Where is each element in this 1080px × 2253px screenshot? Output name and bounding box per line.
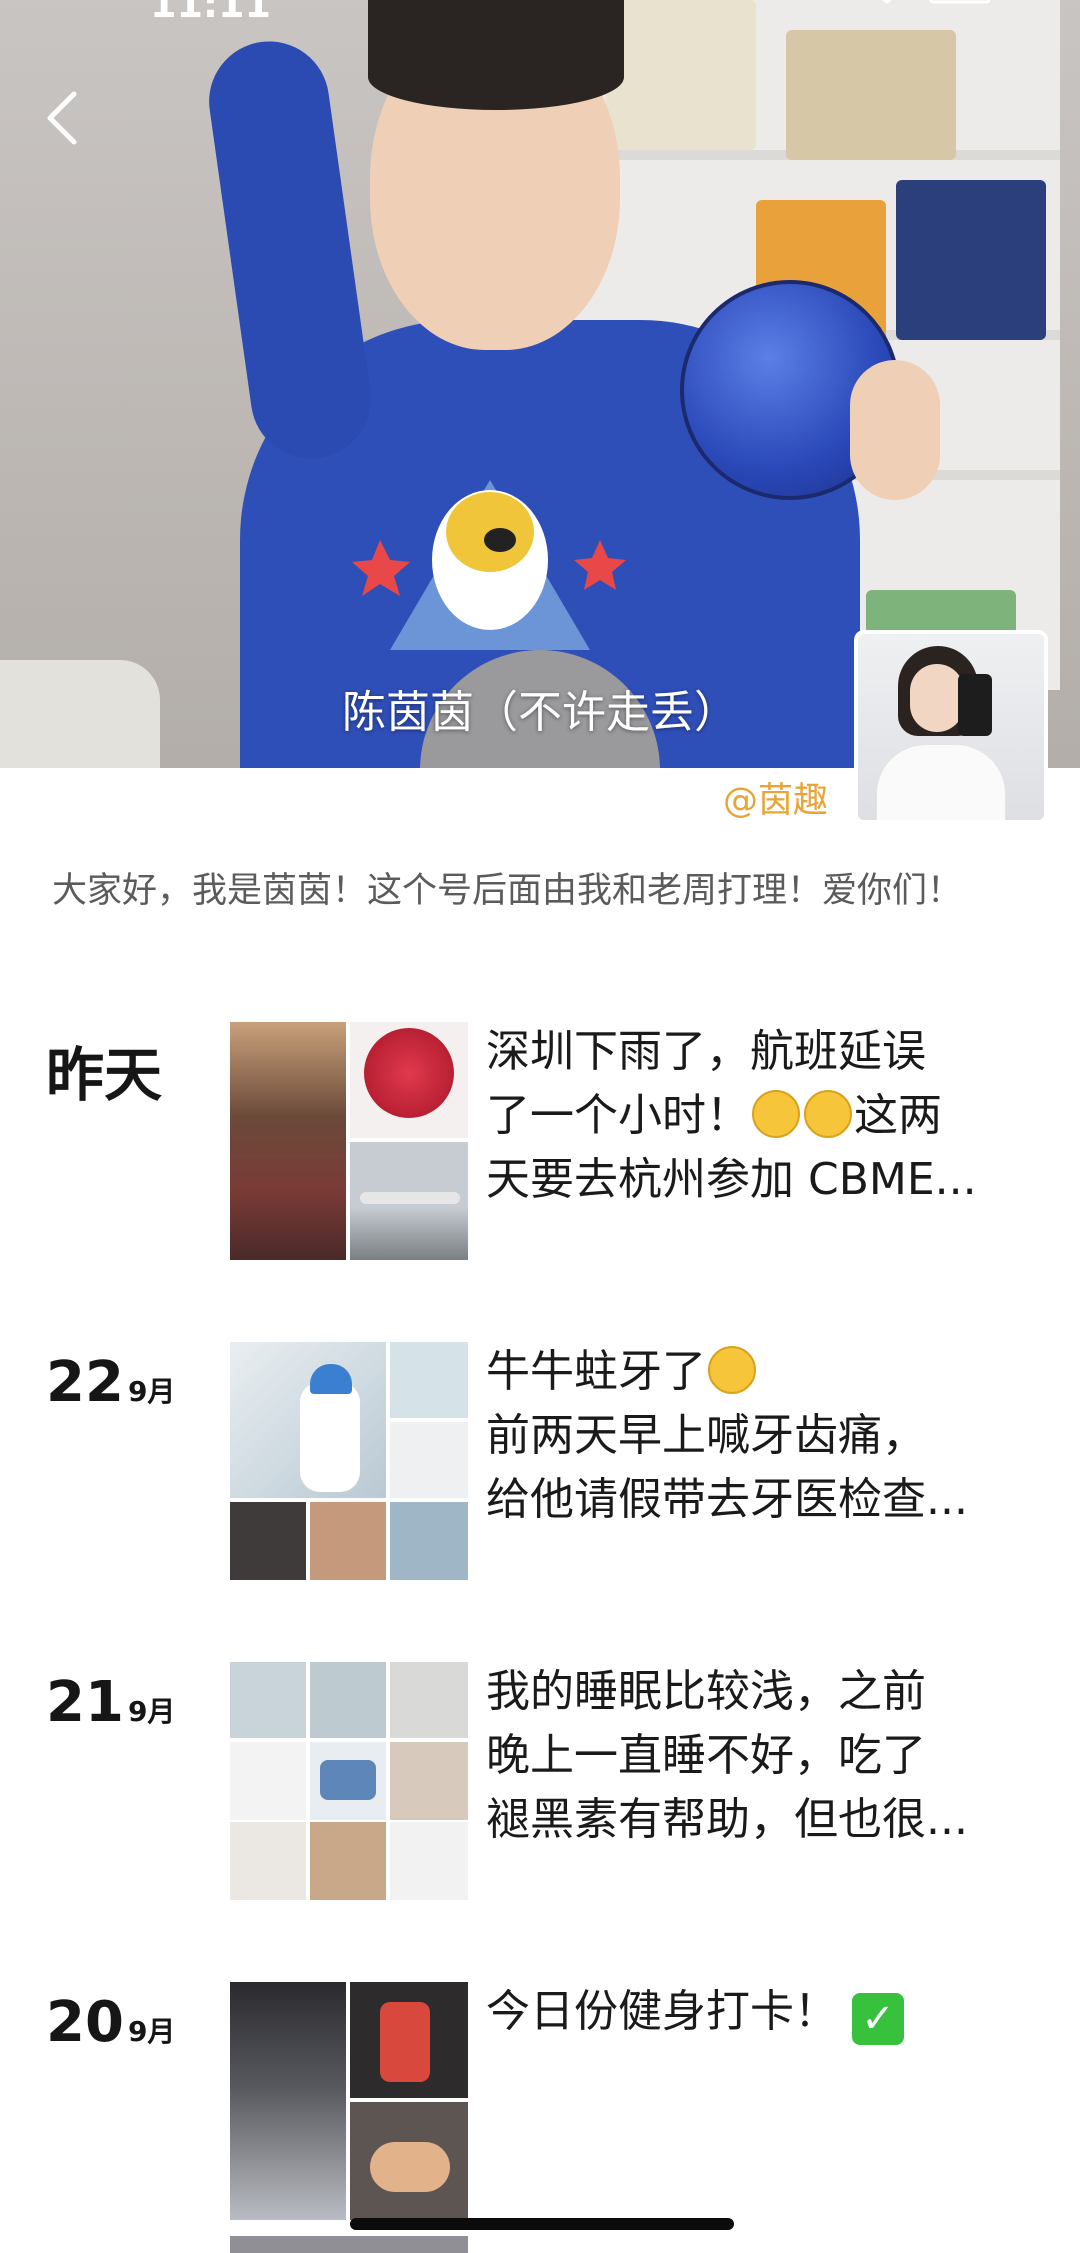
thumbnail-image [230,1502,306,1580]
pleading-face-emoji [708,1346,756,1394]
next-post-peek [0,2236,1080,2253]
avatar[interactable] [854,630,1048,824]
thumbnail-image [230,1822,306,1900]
post-text: 深圳下雨了，航班延误 了一个小时！ 这两 天要去杭州参加 CBME... [486,1026,977,1205]
chevron-left-icon[interactable] [40,86,84,150]
check-mark-button-emoji: ✓ [852,1993,904,2045]
status-icons [882,0,990,4]
thumbnail-image [390,1742,468,1820]
thumbnail-image [390,1822,468,1900]
post-date: 21 9月 [46,1670,176,1735]
woozy-face-emoji [804,1090,852,1138]
post-text: 牛牛蛀牙了 前两天早上喊牙齿痛， 给他请假带去牙医检查... [486,1346,968,1525]
post-text: 我的睡眠比较浅，之前 晚上一直睡不好，吃了 褪黑素有帮助，但也很... [486,1666,968,1845]
post-thumbnail-grid[interactable] [230,1342,468,1580]
thumbnail-image [350,1142,468,1260]
child-arm [201,33,379,467]
thumbnail-image [310,1502,386,1580]
thumbnail-image [390,1502,468,1580]
thumbnail-image [230,1982,346,2220]
post-thumbnail-grid[interactable] [230,1982,468,2220]
profile-handle[interactable]: @茵趣 [723,772,828,823]
thumbnail-image [390,1422,468,1498]
profile-bio: 大家好，我是茵茵！这个号后面由我和老周打理！爱你们！ [52,871,963,911]
thumbnail-image [350,1022,468,1138]
child-hand [850,360,940,500]
thumbnail-image [230,1662,306,1738]
thumbnail-image [230,1022,346,1260]
thumbnail-image [390,1662,468,1738]
post-text: 今日份健身打卡！ ✓ [486,1980,1026,2045]
post-date: 20 9月 [46,1990,176,2055]
status-time: 11:11 [150,0,271,26]
status-bar: 11:11 [0,0,1080,26]
thumbnail-image [310,1742,386,1820]
post-date: 22 9月 [46,1350,176,1415]
post-thumbnail-grid[interactable] [230,1662,468,1900]
tears-of-joy-emoji [752,1090,800,1138]
snoopy-shirt-print [352,480,626,650]
thumbnail-image [390,1342,468,1418]
thumbnail-image [350,1982,468,2098]
thumbnail-image [310,1822,386,1900]
post-thumbnail-grid[interactable] [230,1022,468,1260]
post-date: 昨天 [46,1041,163,1109]
thumbnail-image [230,1742,306,1820]
thumbnail-image [350,2102,468,2220]
thumbnail-image [230,1342,386,1498]
home-indicator[interactable] [350,2218,734,2230]
thumbnail-image [310,1662,386,1738]
